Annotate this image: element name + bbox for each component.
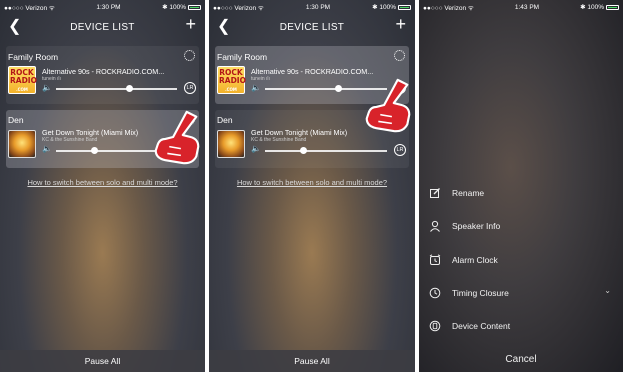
lr-button[interactable]: LR — [394, 144, 406, 156]
volume-icon: 🔈 — [251, 83, 261, 92]
battery-icon — [606, 4, 619, 10]
volume-icon: 🔈 — [42, 144, 52, 153]
clock: 1:30 PM — [96, 3, 121, 11]
status-bar: ●●○○○ Verizon ᯤ 1:30 PM ✱ 100% — [209, 0, 415, 14]
menu-item-device-content[interactable]: Device Content — [428, 316, 617, 336]
room-name: Den — [217, 115, 233, 125]
status-bar: ●●○○○ Verizon ᯤ 1:30 PM ✱ 100% — [0, 0, 205, 14]
track-source: tunein ılı — [251, 76, 270, 82]
volume-knob[interactable] — [91, 147, 98, 154]
cancel-button[interactable]: Cancel — [419, 346, 623, 372]
pointing-hand-icon — [365, 78, 411, 133]
alarm-clock-icon — [428, 253, 442, 267]
menu-item-label: Rename — [452, 188, 485, 198]
device-card-family-room[interactable]: Family Room ROCK RADIO .COM Alternative … — [6, 46, 199, 104]
battery-indicator: ✱ 100% — [372, 3, 411, 11]
settings-gear-icon[interactable] — [394, 50, 405, 61]
track-source: tunein ılı — [42, 76, 61, 82]
person-icon — [428, 219, 442, 233]
menu-item-label: Speaker Info — [452, 221, 501, 231]
track-title: Alternative 90s - ROCKRADIO.COM... — [251, 67, 374, 76]
pause-all-button[interactable]: Pause All — [0, 350, 205, 372]
room-name: Den — [8, 115, 24, 125]
clock: 1:43 PM — [514, 3, 540, 11]
volume-slider[interactable] — [56, 88, 177, 90]
track-artist: KC & the Sunshine Band — [251, 137, 307, 143]
status-bar: ●●○○○ Verizon ᯤ 1:43 PM ✱ 100% — [419, 0, 623, 14]
page-title: DEVICE LIST — [279, 21, 345, 33]
menu-item-label: Device Content — [452, 321, 511, 331]
page-title: DEVICE LIST — [70, 21, 135, 33]
battery-icon — [398, 4, 411, 10]
pointing-hand-icon — [154, 110, 200, 165]
room-name: Family Room — [217, 52, 268, 62]
back-icon[interactable]: ❮ — [217, 16, 230, 36]
track-artist: KC & the Sunshine Band — [42, 137, 98, 143]
carrier-label: ●●○○○ Verizon ᯤ — [4, 4, 55, 12]
album-artwork — [8, 130, 36, 158]
station-artwork: ROCK RADIO .COM — [217, 66, 246, 94]
battery-icon — [188, 4, 201, 10]
menu-item-label: Timing Closure — [452, 288, 509, 298]
menu-item-alarm-clock[interactable]: Alarm Clock — [428, 250, 617, 270]
solo-multi-help-link[interactable]: How to switch between solo and multi mod… — [0, 178, 205, 187]
add-device-icon[interactable]: + — [395, 14, 406, 35]
settings-gear-icon[interactable] — [184, 50, 195, 61]
edit-icon — [428, 186, 442, 200]
station-artwork: ROCK RADIO .COM — [8, 66, 37, 94]
volume-icon: 🔈 — [42, 83, 52, 92]
pause-all-button[interactable]: Pause All — [209, 350, 415, 372]
volume-knob[interactable] — [300, 147, 307, 154]
solo-multi-help-link[interactable]: How to switch between solo and multi mod… — [209, 178, 415, 187]
album-artwork — [217, 130, 245, 158]
device-content-icon — [428, 319, 442, 333]
device-list-screen-2: ●●○○○ Verizon ᯤ 1:30 PM ✱ 100% ❮ DEVICE … — [209, 0, 415, 372]
volume-knob[interactable] — [335, 85, 342, 92]
battery-indicator: ✱ 100% — [162, 3, 201, 11]
menu-item-speaker-info[interactable]: Speaker Info — [428, 216, 617, 236]
add-device-icon[interactable]: + — [185, 14, 196, 35]
timer-icon — [428, 286, 442, 300]
carrier-label: ●●○○○ Verizon ᯤ — [423, 4, 474, 12]
menu-item-rename[interactable]: Rename — [428, 183, 617, 203]
back-icon[interactable]: ❮ — [8, 16, 21, 36]
lr-button[interactable]: LR — [184, 82, 196, 94]
volume-icon: 🔈 — [251, 144, 261, 153]
nav-bar: ❮ DEVICE LIST + — [0, 14, 205, 39]
room-name: Family Room — [8, 52, 59, 62]
menu-item-label: Alarm Clock — [452, 255, 498, 265]
track-title: Alternative 90s - ROCKRADIO.COM... — [42, 67, 165, 76]
chevron-down-icon[interactable]: ⌄ — [604, 286, 611, 295]
nav-bar: ❮ DEVICE LIST + — [209, 14, 415, 39]
clock: 1:30 PM — [305, 3, 331, 11]
menu-item-timing-closure[interactable]: Timing Closure ⌄ — [428, 283, 617, 303]
volume-slider[interactable] — [265, 150, 387, 152]
carrier-label: ●●○○○ Verizon ᯤ — [213, 4, 264, 12]
device-list-screen-1: ●●○○○ Verizon ᯤ 1:30 PM ✱ 100% ❮ DEVICE … — [0, 0, 205, 372]
device-options-screen: ●●○○○ Verizon ᯤ 1:43 PM ✱ 100% Rename Sp… — [419, 0, 623, 372]
battery-indicator: ✱ 100% — [580, 3, 619, 11]
volume-knob[interactable] — [126, 85, 133, 92]
